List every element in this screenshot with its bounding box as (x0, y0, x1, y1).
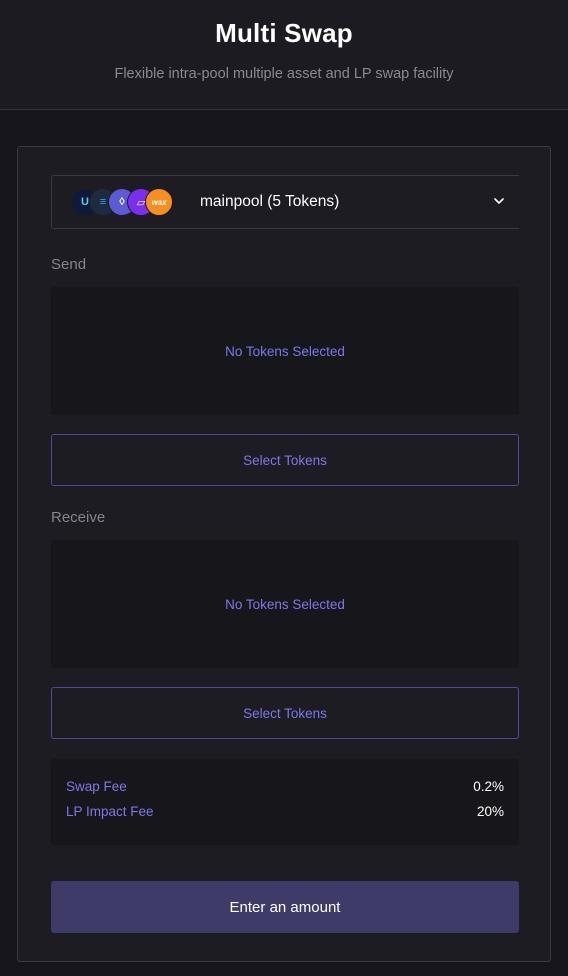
send-token-list: No Tokens Selected (51, 287, 519, 415)
enter-amount-button[interactable]: Enter an amount (51, 881, 519, 933)
fee-summary: Swap Fee 0.2% LP Impact Fee 20% (51, 759, 519, 845)
swap-fee-row: Swap Fee 0.2% (66, 779, 504, 797)
send-select-tokens-button[interactable]: Select Tokens (51, 434, 519, 486)
page-subtitle: Flexible intra-pool multiple asset and L… (114, 66, 454, 82)
pool-token-icons: U ≡ ◊ ▱ wax (71, 188, 181, 216)
receive-token-list: No Tokens Selected (51, 540, 519, 668)
send-empty-text: No Tokens Selected (225, 343, 345, 359)
swap-fee-value: 0.2% (473, 779, 504, 794)
send-select-tokens-label: Select Tokens (243, 452, 327, 468)
lp-impact-fee-value: 20% (476, 804, 504, 819)
receive-label: Receive (51, 509, 106, 526)
swap-fee-label: Swap Fee (66, 779, 127, 794)
receive-select-tokens-label: Select Tokens (243, 705, 327, 721)
multi-swap-card: U ≡ ◊ ▱ wax mainpool (5 Tokens) Send No … (17, 146, 551, 962)
pool-name: mainpool (5 Tokens) (200, 193, 340, 210)
page-header: Multi Swap Flexible intra-pool multiple … (0, 0, 568, 110)
page-title: Multi Swap (215, 18, 353, 48)
receive-empty-text: No Tokens Selected (225, 596, 345, 612)
lp-impact-fee-label: LP Impact Fee (66, 804, 154, 819)
send-label: Send (51, 256, 87, 273)
enter-amount-label: Enter an amount (229, 898, 341, 916)
receive-select-tokens-button[interactable]: Select Tokens (51, 687, 519, 739)
wax-token-icon: wax (145, 188, 173, 216)
chevron-down-icon (494, 198, 504, 204)
lp-impact-fee-row: LP Impact Fee 20% (66, 804, 504, 822)
pool-selector[interactable]: U ≡ ◊ ▱ wax mainpool (5 Tokens) (51, 175, 519, 229)
